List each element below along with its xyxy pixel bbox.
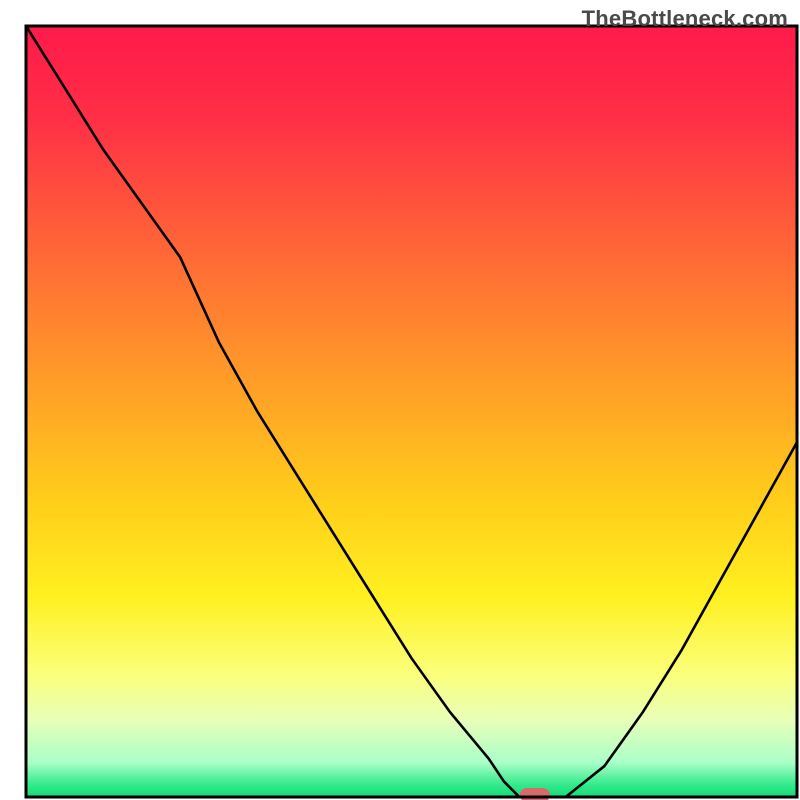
plot-background xyxy=(26,26,797,797)
chart-svg xyxy=(0,0,800,800)
watermark-text: TheBottleneck.com xyxy=(582,6,788,32)
bottleneck-chart: TheBottleneck.com xyxy=(0,0,800,800)
